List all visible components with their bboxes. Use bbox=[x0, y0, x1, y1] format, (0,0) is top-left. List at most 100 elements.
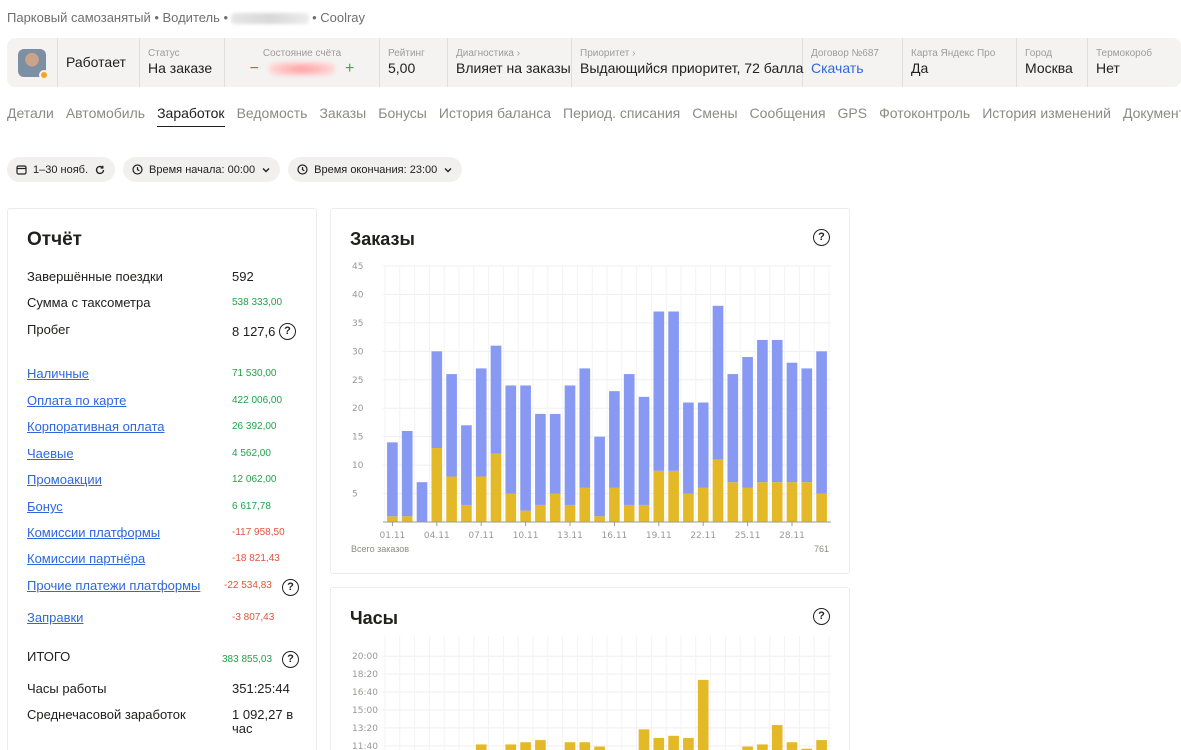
bar[interactable] bbox=[461, 425, 472, 505]
bar[interactable] bbox=[668, 311, 679, 471]
bar[interactable] bbox=[757, 482, 768, 522]
bar[interactable] bbox=[712, 305, 724, 460]
bar[interactable] bbox=[401, 430, 413, 517]
bar[interactable] bbox=[594, 436, 605, 517]
bar[interactable] bbox=[801, 482, 813, 522]
bar[interactable] bbox=[638, 729, 650, 750]
tab-4[interactable]: Заказы bbox=[319, 105, 366, 127]
tab-3[interactable]: Ведомость bbox=[237, 105, 308, 127]
bar[interactable] bbox=[727, 374, 739, 483]
bar[interactable] bbox=[579, 368, 591, 488]
bar[interactable] bbox=[475, 368, 487, 477]
balance-minus-button[interactable]: − bbox=[250, 60, 259, 78]
report-item-label[interactable]: Заправки bbox=[27, 610, 83, 625]
bar[interactable] bbox=[535, 504, 546, 522]
bar[interactable] bbox=[609, 487, 620, 522]
bar[interactable] bbox=[816, 351, 827, 494]
bar[interactable] bbox=[416, 482, 428, 522]
report-item-label[interactable]: Промоакции bbox=[27, 472, 102, 487]
bar[interactable] bbox=[505, 493, 517, 522]
bar[interactable] bbox=[564, 742, 576, 750]
tab-10[interactable]: GPS bbox=[838, 105, 868, 127]
bar[interactable] bbox=[475, 476, 487, 522]
bar[interactable] bbox=[638, 396, 650, 505]
tab-1[interactable]: Автомобиль bbox=[66, 105, 145, 127]
bar[interactable] bbox=[727, 482, 739, 522]
bar[interactable] bbox=[520, 385, 531, 511]
bar[interactable] bbox=[490, 453, 502, 522]
bar[interactable] bbox=[771, 725, 783, 750]
bar[interactable] bbox=[549, 413, 561, 494]
bar[interactable] bbox=[638, 504, 650, 522]
bar[interactable] bbox=[786, 482, 798, 522]
bar[interactable] bbox=[490, 345, 502, 454]
tab-11[interactable]: Фотоконтроль bbox=[879, 105, 970, 127]
bar[interactable] bbox=[431, 448, 443, 522]
bar[interactable] bbox=[401, 516, 413, 522]
report-item-label[interactable]: Комиссии платформы bbox=[27, 525, 160, 540]
bar[interactable] bbox=[653, 737, 665, 750]
bar[interactable] bbox=[594, 746, 605, 750]
help-icon[interactable]: ? bbox=[282, 579, 299, 596]
bar[interactable] bbox=[742, 357, 753, 488]
contract-download-link[interactable]: Скачать bbox=[811, 60, 894, 77]
bar[interactable] bbox=[535, 740, 546, 750]
tab-2[interactable]: Заработок bbox=[157, 105, 225, 127]
reset-icon[interactable] bbox=[94, 164, 106, 176]
bar[interactable] bbox=[623, 504, 635, 522]
tab-6[interactable]: История баланса bbox=[439, 105, 551, 127]
bar[interactable] bbox=[697, 402, 709, 488]
avatar[interactable] bbox=[18, 48, 49, 80]
bar[interactable] bbox=[742, 487, 753, 522]
bar[interactable] bbox=[816, 493, 827, 522]
bar[interactable] bbox=[683, 402, 694, 494]
bar[interactable] bbox=[668, 470, 679, 522]
tab-0[interactable]: Детали bbox=[7, 105, 54, 127]
bar[interactable] bbox=[520, 742, 531, 750]
period-filter[interactable]: 1–30 нояб. bbox=[7, 157, 116, 182]
help-icon[interactable]: ? bbox=[282, 651, 299, 668]
tab-7[interactable]: Период. списания bbox=[563, 105, 680, 127]
tab-8[interactable]: Смены bbox=[692, 105, 737, 127]
bar[interactable] bbox=[697, 487, 709, 522]
bar[interactable] bbox=[771, 482, 783, 522]
tab-12[interactable]: История изменений bbox=[982, 105, 1111, 127]
bar[interactable] bbox=[757, 339, 768, 483]
bar[interactable] bbox=[623, 374, 635, 505]
bar[interactable] bbox=[668, 735, 679, 750]
diagnostics-cell[interactable]: Диагностика › Влияет на заказы bbox=[448, 38, 572, 87]
bar[interactable] bbox=[816, 740, 827, 750]
bar[interactable] bbox=[683, 737, 694, 750]
bar[interactable] bbox=[446, 476, 457, 522]
bar[interactable] bbox=[461, 504, 472, 522]
bar[interactable] bbox=[446, 374, 457, 477]
bar[interactable] bbox=[757, 744, 768, 750]
report-item-label[interactable]: Наличные bbox=[27, 366, 89, 381]
tab-13[interactable]: Документы bbox=[1123, 105, 1181, 127]
bar[interactable] bbox=[475, 744, 487, 750]
bar[interactable] bbox=[520, 510, 531, 522]
bar[interactable] bbox=[697, 679, 709, 750]
report-item-label[interactable]: Корпоративная оплата bbox=[27, 419, 165, 434]
bar[interactable] bbox=[549, 493, 561, 522]
end-time-select[interactable]: Время окончания: 23:00 bbox=[288, 157, 463, 182]
bar[interactable] bbox=[771, 339, 783, 483]
bar[interactable] bbox=[801, 368, 813, 483]
tab-9[interactable]: Сообщения bbox=[750, 105, 826, 127]
bar[interactable] bbox=[786, 362, 798, 483]
report-item-label[interactable]: Комиссии партнёра bbox=[27, 551, 145, 566]
bar[interactable] bbox=[786, 742, 798, 750]
bar[interactable] bbox=[535, 413, 546, 505]
bar[interactable] bbox=[387, 442, 398, 517]
bar[interactable] bbox=[564, 504, 576, 522]
report-item-label[interactable]: Бонус bbox=[27, 499, 63, 514]
bar[interactable] bbox=[505, 744, 517, 750]
bar[interactable] bbox=[564, 385, 576, 505]
bar[interactable] bbox=[653, 311, 665, 471]
bar[interactable] bbox=[387, 516, 398, 522]
bar[interactable] bbox=[579, 742, 591, 750]
report-item-label[interactable]: Чаевые bbox=[27, 446, 74, 461]
priority-cell[interactable]: Приоритет › Выдающийся приоритет, 72 бал… bbox=[572, 38, 803, 87]
report-item-label[interactable]: Оплата по карте bbox=[27, 393, 126, 408]
start-time-select[interactable]: Время начала: 00:00 bbox=[123, 157, 281, 182]
